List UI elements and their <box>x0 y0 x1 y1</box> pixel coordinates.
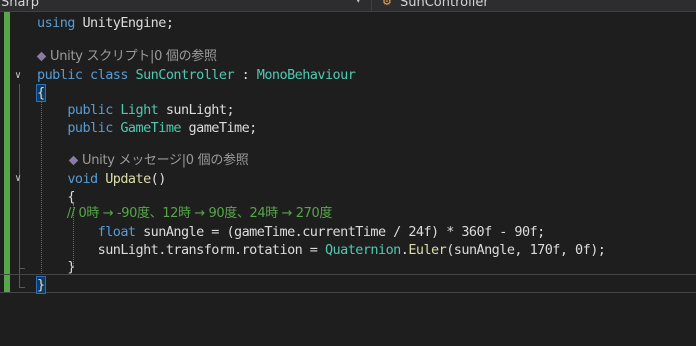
class-icon: ⚙ <box>382 0 392 8</box>
code-line-field-gametime: public GameTime gameTime; <box>37 119 257 137</box>
code-line-using: using UnityEngine; <box>37 14 174 32</box>
fold-end-marker <box>19 268 25 269</box>
code-text: } <box>67 259 75 275</box>
code-text: () <box>150 171 167 187</box>
code-text: sunLight; <box>158 102 235 118</box>
code-lens-class-references[interactable]: Unity スクリプト|0 個の参照 <box>36 48 217 66</box>
brace-match-highlight: { <box>36 84 46 102</box>
code-line-rotation-assignment: sunLight.transform.rotation = Quaternion… <box>37 241 606 259</box>
unity-cube-icon <box>36 51 47 62</box>
collapse-method-icon[interactable]: ∨ <box>15 174 21 184</box>
project-dropdown[interactable]: Sharp ▾ <box>0 0 370 11</box>
code-text: : <box>234 67 257 83</box>
editor-text-area[interactable]: ∨ ∨ using UnityEngine; Unity スクリプト|0 個の参… <box>0 12 696 346</box>
class-name: SunController <box>135 67 235 83</box>
unity-cube-icon <box>68 155 79 166</box>
code-comment: // 0時 → -90度、12時 → 90度、24時 → 270度 <box>66 206 333 221</box>
keyword: using <box>37 15 75 31</box>
code-editor-window: Sharp ▾ ⚙ SunController ∨ ∨ using UnityE… <box>0 0 696 346</box>
type-name: Quaternion <box>324 242 401 258</box>
base-class-name: MonoBehaviour <box>256 67 356 83</box>
keyword: void <box>67 171 98 187</box>
method-name: Update <box>105 171 151 187</box>
code-line-field-sunlight: public Light sunLight; <box>37 101 234 119</box>
keyword: class <box>90 67 128 83</box>
keyword: float <box>97 224 136 240</box>
chevron-down-icon: ▾ <box>356 0 361 6</box>
navigation-bar: Sharp ▾ ⚙ SunController <box>0 0 696 12</box>
member-dropdown-label: SunController <box>400 0 489 10</box>
navbar-divider <box>371 0 372 11</box>
type-name: GameTime <box>120 120 181 136</box>
code-text: gameTime; <box>180 120 258 136</box>
code-line-close-brace[interactable]: } <box>36 276 46 294</box>
project-dropdown-label: Sharp <box>1 0 40 10</box>
keyword: public <box>37 67 83 83</box>
code-line-method-open: { <box>37 188 75 206</box>
code-line-class-declaration: public class SunController : MonoBehavio… <box>37 66 356 84</box>
code-text: UnityEngine; <box>74 15 174 31</box>
code-text: sunLight.transform.rotation = <box>97 242 325 258</box>
code-line-open-brace: { <box>36 84 46 102</box>
code-text: sunAngle = (gameTime.currentTime / 24f) … <box>135 224 545 240</box>
current-line-highlight <box>0 274 696 293</box>
change-tracking-margin <box>4 12 10 293</box>
code-text: { <box>67 189 75 205</box>
code-text: (sunAngle, 170f, 0f); <box>446 242 606 258</box>
collapse-class-icon[interactable]: ∨ <box>15 71 21 81</box>
code-line-angle-calculation: float sunAngle = (gameTime.currentTime /… <box>37 223 546 241</box>
code-line-method-declaration: void Update() <box>37 170 166 188</box>
method-name: Euler <box>408 242 447 258</box>
code-lens-label: Unity スクリプト|0 個の参照 <box>50 49 217 64</box>
fold-range-line <box>19 187 20 269</box>
keyword: public <box>67 120 113 136</box>
keyword: public <box>67 102 113 118</box>
code-lens-label: Unity メッセージ|0 個の参照 <box>82 153 249 168</box>
code-lens-method-references[interactable]: Unity メッセージ|0 個の参照 <box>68 152 249 170</box>
brace-match-highlight: } <box>36 276 46 294</box>
code-line-comment: // 0時 → -90度、12時 → 90度、24時 → 270度 <box>37 205 333 223</box>
type-name: Light <box>120 102 159 118</box>
